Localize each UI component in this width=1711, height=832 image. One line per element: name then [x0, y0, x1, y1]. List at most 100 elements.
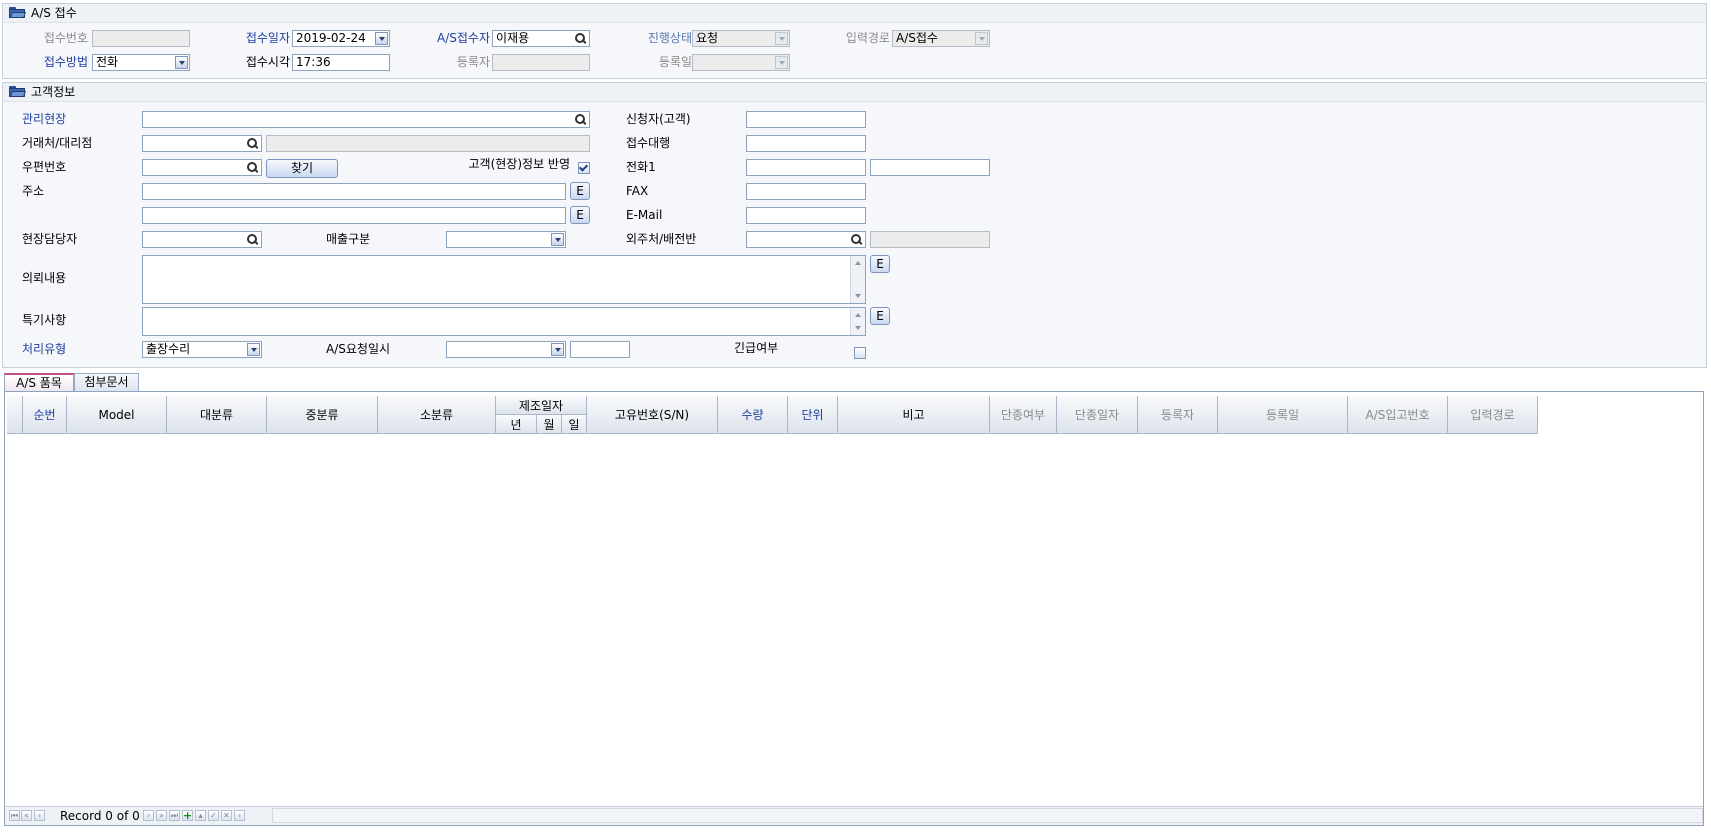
process-type-field[interactable]: 출장수리 [142, 341, 262, 358]
first-icon[interactable]: ⏮ [9, 810, 20, 821]
site-field[interactable] [142, 111, 590, 128]
delete-icon[interactable]: ✕ [221, 810, 232, 821]
last-icon[interactable]: ⏭ [169, 810, 180, 821]
next-icon[interactable]: › [143, 810, 154, 821]
col-major[interactable]: 대분류 [167, 396, 267, 434]
chevron-down-icon[interactable] [975, 32, 988, 45]
as-request-date-field[interactable] [446, 341, 566, 358]
search-icon[interactable] [247, 234, 258, 245]
as-request-time-field[interactable] [570, 341, 630, 358]
chevron-down-icon[interactable] [551, 233, 564, 246]
receipt-no-label: 접수번호 [43, 31, 88, 45]
subcontractor-name-field[interactable] [870, 231, 990, 248]
dealer-name-field[interactable] [266, 135, 590, 152]
col-discontinued[interactable]: 단종여부 [990, 396, 1057, 434]
find-button[interactable]: 찾기 [266, 159, 338, 178]
address1-e-button[interactable]: E [570, 182, 590, 200]
as-receiver-field[interactable]: 이재용 [492, 30, 590, 47]
receipt-method-field[interactable]: 전화 [92, 54, 190, 71]
reg-date-field[interactable] [692, 54, 790, 71]
chevron-down-icon[interactable] [175, 56, 188, 69]
prev-page-icon[interactable]: « [21, 810, 32, 821]
progress-field[interactable]: 요청 [692, 30, 790, 47]
scroll-up-icon[interactable] [852, 309, 864, 321]
email-label: E-Mail [626, 208, 663, 222]
search-icon[interactable] [575, 33, 586, 44]
phone1-field[interactable] [746, 159, 866, 176]
site-manager-field[interactable] [142, 231, 262, 248]
chevron-down-icon[interactable] [551, 343, 564, 356]
postal-field[interactable] [142, 159, 262, 176]
col-qty[interactable]: 수량 [718, 396, 788, 434]
col-as-in-no[interactable]: A/S입고번호 [1348, 396, 1448, 434]
input-path-label: 입력경로 [845, 31, 890, 45]
input-path-field[interactable]: A/S접수 [892, 30, 990, 47]
dealer-field[interactable] [142, 135, 262, 152]
col-registrant[interactable]: 등록자 [1138, 396, 1218, 434]
as-request-dt-label: A/S요청일시 [326, 342, 391, 356]
tab-attachments[interactable]: 첨부문서 [74, 373, 139, 391]
col-reg-date[interactable]: 등록일 [1218, 396, 1348, 434]
save-icon[interactable]: ✓ [208, 810, 219, 821]
receipt-no-field[interactable] [92, 30, 190, 47]
address2-e-button[interactable]: E [570, 206, 590, 224]
col-year[interactable]: 년 [496, 415, 537, 434]
col-month[interactable]: 월 [537, 415, 562, 434]
col-unit[interactable]: 단위 [788, 396, 838, 434]
agent-field[interactable] [746, 135, 866, 152]
col-day[interactable]: 일 [562, 415, 587, 434]
notes-scrollbar[interactable] [850, 308, 865, 335]
grid-indicator-column [7, 396, 23, 434]
up-icon[interactable]: ▴ [195, 810, 206, 821]
fax-field[interactable] [746, 183, 866, 200]
col-seq[interactable]: 순번 [23, 396, 67, 434]
prev-icon[interactable]: ‹ [34, 810, 45, 821]
search-icon[interactable] [575, 114, 586, 125]
search-icon[interactable] [851, 234, 862, 245]
registrant-field[interactable] [492, 54, 590, 71]
notes-e-button[interactable]: E [870, 307, 890, 325]
request-e-button[interactable]: E [870, 255, 890, 273]
sales-type-field[interactable] [446, 231, 566, 248]
col-disc-date[interactable]: 단종일자 [1057, 396, 1138, 434]
col-middle[interactable]: 중분류 [267, 396, 378, 434]
col-minor[interactable]: 소분류 [378, 396, 496, 434]
scroll-up-icon[interactable] [852, 257, 864, 269]
search-icon[interactable] [247, 162, 258, 173]
urgent-label: 긴급여부 [734, 341, 779, 355]
chevron-down-icon[interactable] [375, 32, 388, 45]
receipt-time-field[interactable]: 17:36 [292, 54, 390, 71]
urgent-checkbox[interactable] [854, 347, 866, 359]
col-input-path[interactable]: 입력경로 [1448, 396, 1538, 434]
request-textarea[interactable] [142, 255, 866, 304]
chevron-down-icon[interactable] [775, 32, 788, 45]
next-page-icon[interactable]: » [156, 810, 167, 821]
request-scrollbar[interactable] [850, 256, 865, 303]
col-mfg-date[interactable]: 제조일자 [496, 396, 587, 415]
grid-horizontal-scrollbar[interactable] [272, 808, 1703, 823]
reflect-checkbox[interactable] [578, 162, 590, 174]
as-receiver-label: A/S접수자 [437, 31, 490, 45]
search-icon[interactable] [247, 138, 258, 149]
cancel-icon[interactable]: ‹ [234, 810, 245, 821]
scroll-down-icon[interactable] [852, 322, 864, 334]
col-model[interactable]: Model [67, 396, 167, 434]
subcontractor-field[interactable] [746, 231, 866, 248]
phone2-field[interactable] [870, 159, 990, 176]
address1-field[interactable] [142, 183, 566, 200]
applicant-field[interactable] [746, 111, 866, 128]
chevron-down-icon[interactable] [775, 56, 788, 69]
agent-label: 접수대행 [626, 136, 671, 150]
receipt-date-field[interactable]: 2019-02-24 [292, 30, 390, 47]
col-remark[interactable]: 비고 [838, 396, 990, 434]
address2-field[interactable] [142, 207, 566, 224]
add-icon[interactable]: + [182, 810, 193, 821]
col-serial[interactable]: 고유번호(S/N) [587, 396, 718, 434]
scroll-down-icon[interactable] [852, 290, 864, 302]
receipt-method-value: 전화 [96, 55, 119, 69]
notes-textarea[interactable] [142, 307, 866, 336]
grid-navigator: ⏮ « ‹ Record 0 of 0 › » ⏭ + ▴ ✓ ✕ ‹ [5, 806, 1703, 825]
tab-as-items[interactable]: A/S 품목 [4, 373, 74, 391]
chevron-down-icon[interactable] [247, 343, 260, 356]
email-field[interactable] [746, 207, 866, 224]
